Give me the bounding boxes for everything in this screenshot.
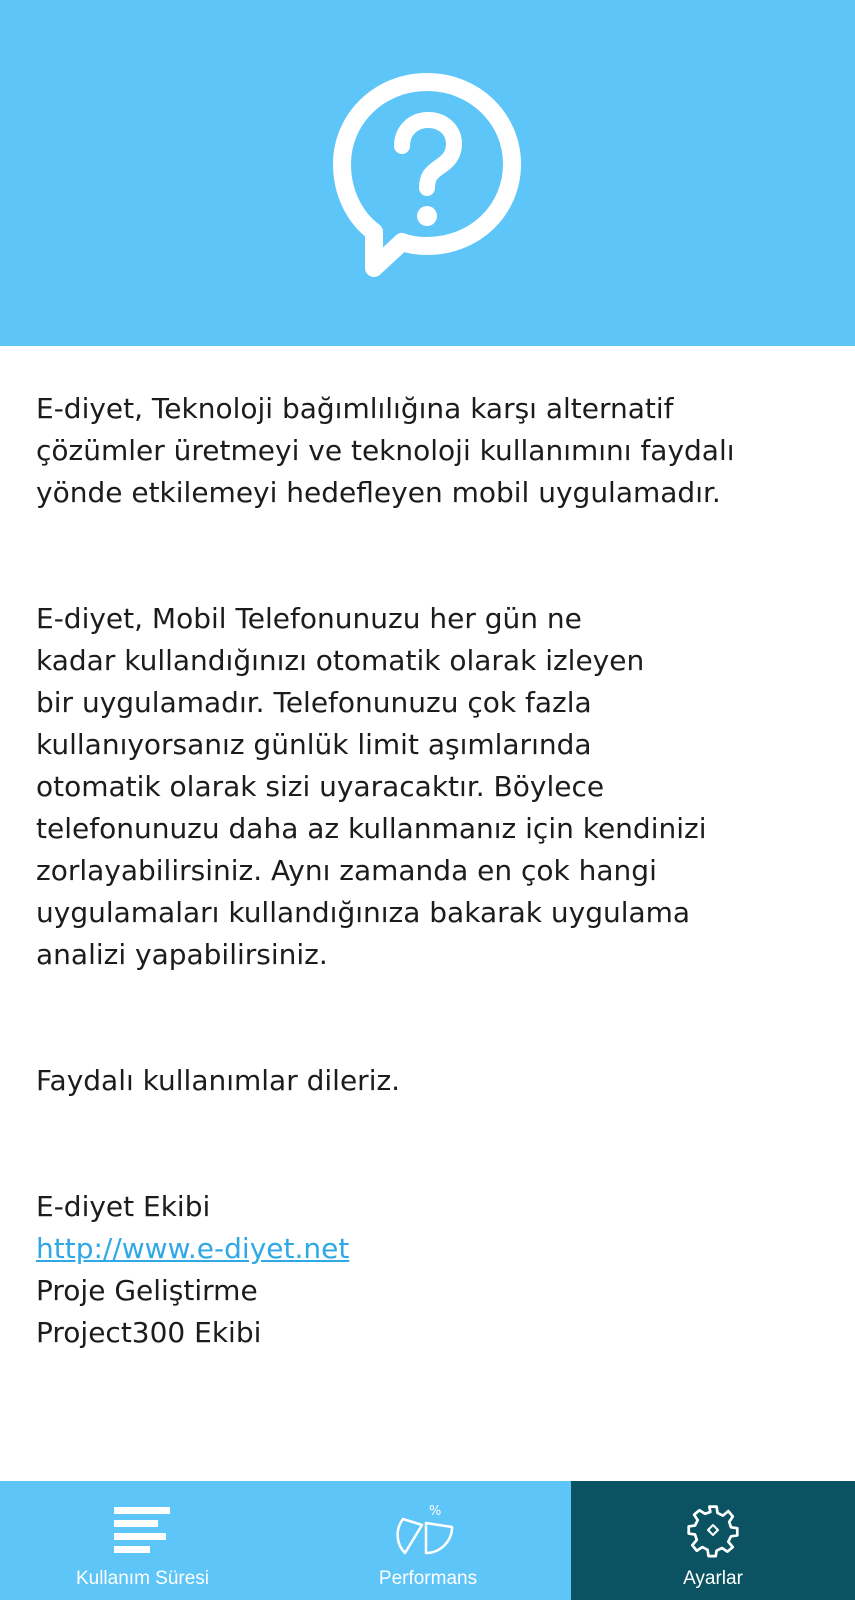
nav-performance[interactable]: % Performans: [285, 1481, 571, 1600]
description-text: E-diyet, Mobil Telefonunuzu her gün ne k…: [36, 602, 707, 971]
pie-percent-icon: %: [396, 1504, 454, 1555]
nav-usage-time[interactable]: Kullanım Süresi: [0, 1481, 285, 1600]
nav-settings[interactable]: Ayarlar: [571, 1481, 855, 1600]
closing-text: Faydalı kullanımlar dileriz.: [36, 1064, 401, 1097]
intro-text: E-diyet, Teknoloji bağımlılığına karşı a…: [36, 392, 735, 509]
header-banner: [0, 0, 855, 346]
gear-icon: [687, 1505, 739, 1558]
help-bubble-icon: [333, 73, 521, 277]
nav-performance-label: Performans: [378, 1568, 478, 1589]
website-link[interactable]: http://www.e-diyet.net: [36, 1228, 826, 1270]
svg-text:%: %: [429, 1504, 441, 1519]
team-name: E-diyet Ekibi: [36, 1190, 211, 1223]
bars-list-icon: [113, 1507, 170, 1553]
dev-team: Project300 Ekibi: [36, 1316, 262, 1349]
dev-label: Proje Geliştirme: [36, 1274, 258, 1307]
nav-usage-label: Kullanım Süresi: [75, 1568, 210, 1589]
bottom-navigation: Kullanım Süresi % Performans Ayarlar: [0, 1481, 855, 1600]
about-content: E-diyet, Teknoloji bağımlılığına karşı a…: [36, 388, 826, 1354]
nav-settings-label: Ayarlar: [683, 1568, 743, 1589]
